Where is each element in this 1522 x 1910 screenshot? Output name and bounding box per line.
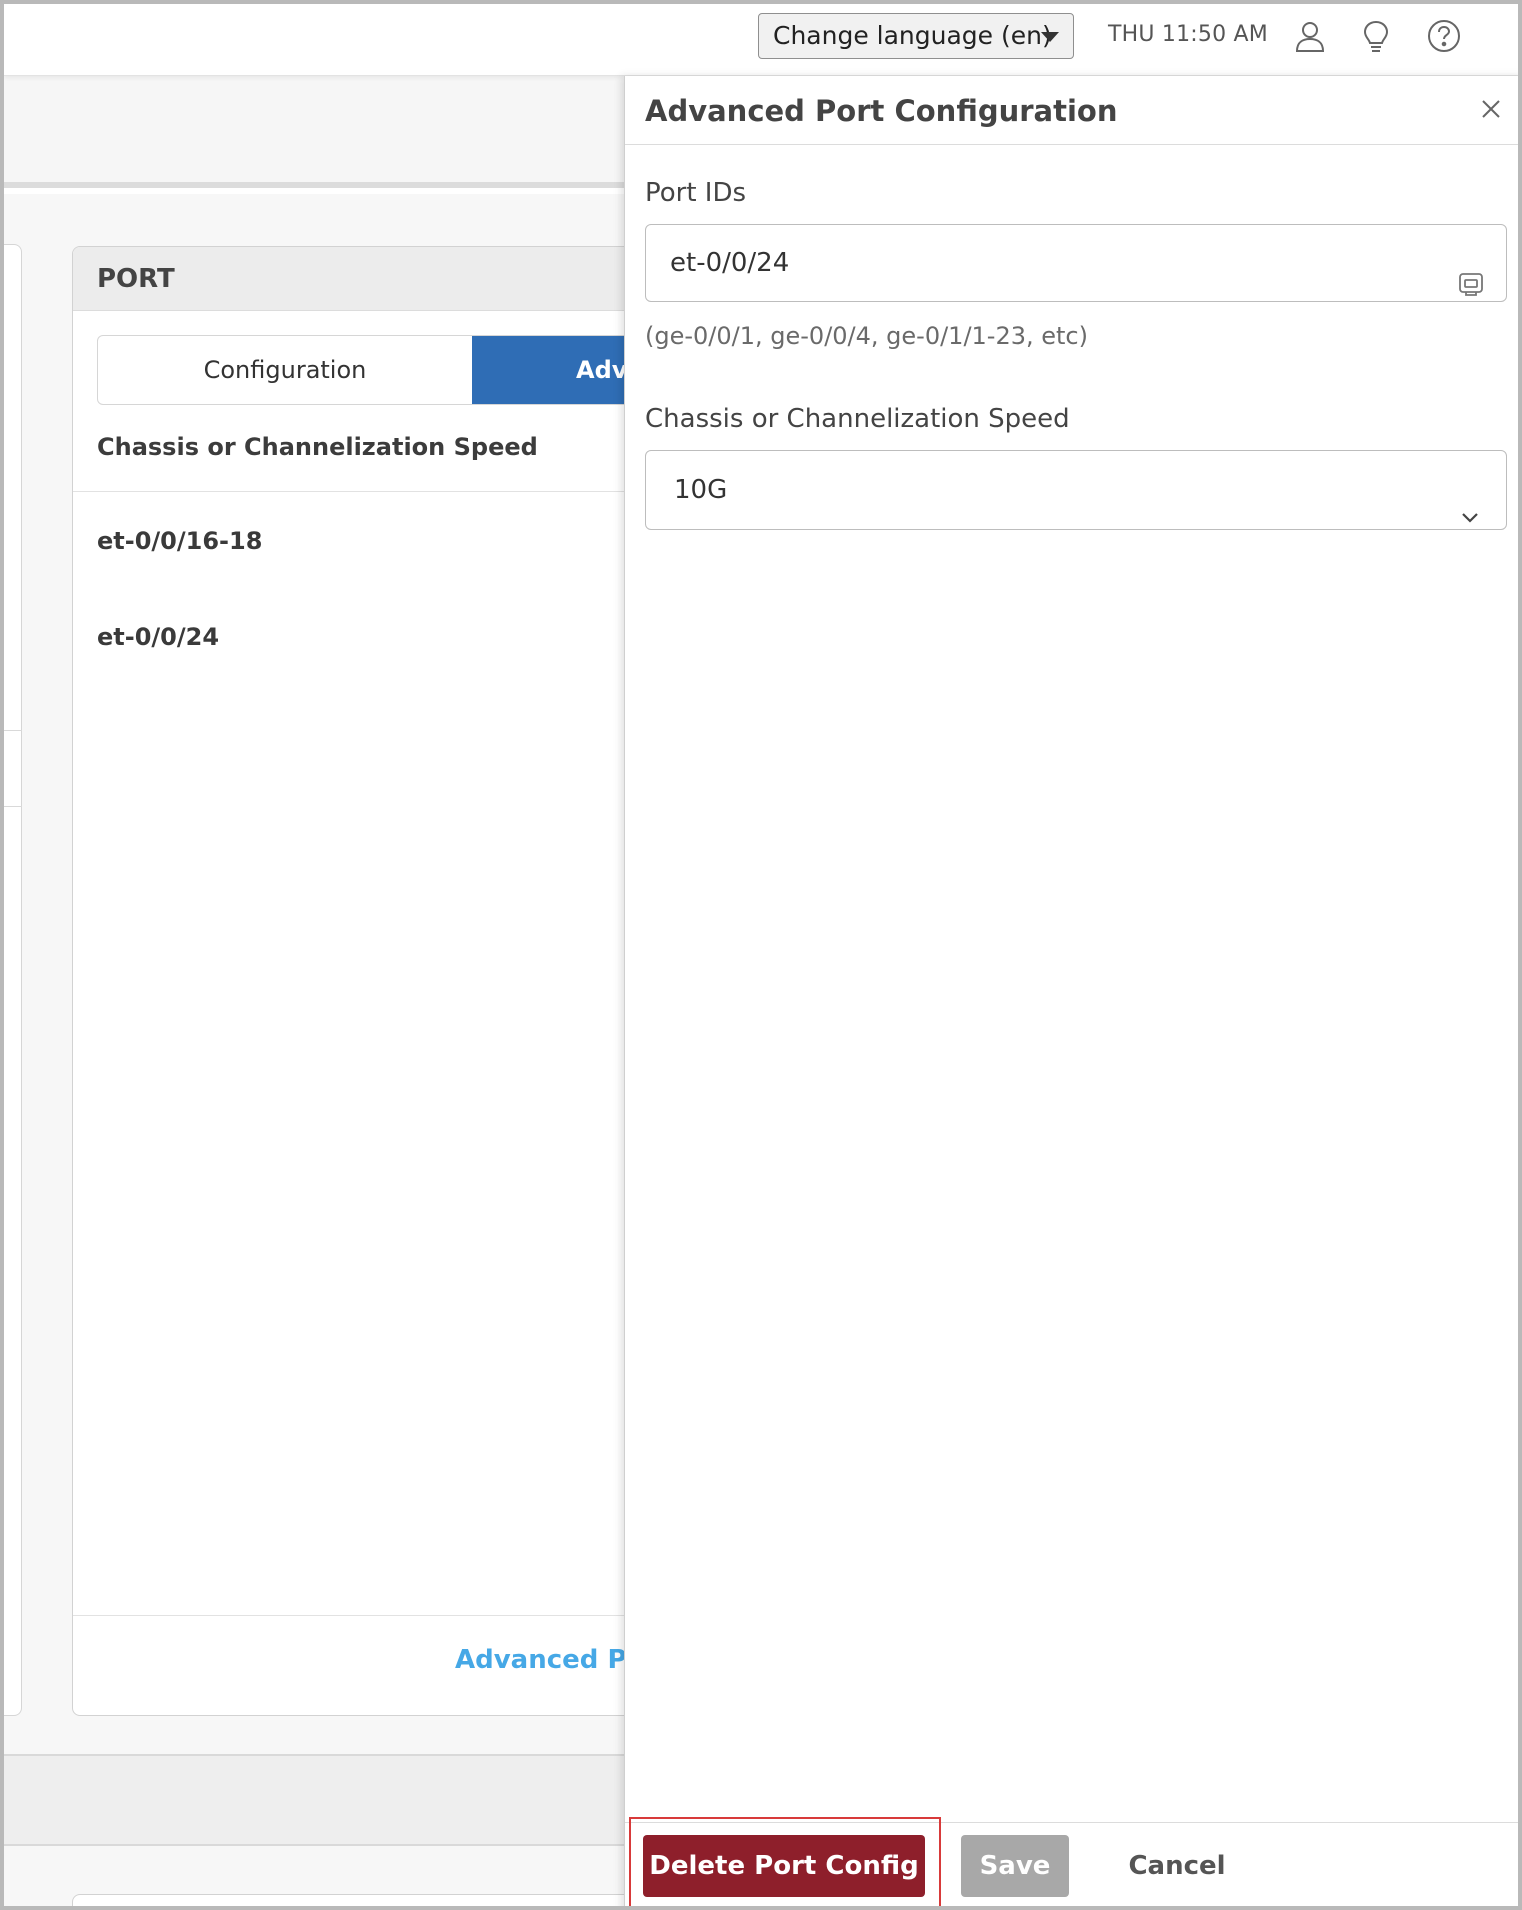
tab-configuration[interactable]: Configuration [98, 336, 472, 404]
drawer-footer: Delete Port Config Save Cancel [625, 1817, 1518, 1906]
column-header-speed: Chassis or Channelization Speed [97, 433, 538, 461]
page-header-background [4, 76, 624, 188]
help-icon[interactable] [1426, 18, 1462, 54]
drawer-title: Advanced Port Configuration [645, 94, 1118, 128]
speed-label: Chassis or Channelization Speed [645, 404, 1070, 434]
save-button[interactable]: Save [961, 1835, 1069, 1897]
cancel-button[interactable]: Cancel [1107, 1835, 1247, 1897]
port-ids-value: et-0/0/24 [670, 248, 790, 278]
card-footer-divider [73, 1615, 651, 1616]
port-row[interactable]: et-0/0/16-18 [97, 527, 262, 555]
close-icon[interactable] [1478, 96, 1504, 122]
next-card-edge [72, 1894, 632, 1906]
port-tabs: Configuration Adva [97, 335, 651, 405]
port-ids-label: Port IDs [645, 178, 747, 208]
caret-down-icon [1041, 32, 1059, 42]
drawer-header-divider [625, 144, 1518, 145]
language-select[interactable]: Change language (en) [758, 13, 1074, 59]
app-window: Change language (en) THU 11:50 AM PORT C… [0, 0, 1522, 1910]
advanced-port-link[interactable]: Advanced Por [455, 1645, 651, 1675]
delete-port-config-button[interactable]: Delete Port Config [643, 1835, 925, 1897]
chevron-down-icon [1460, 481, 1480, 523]
port-ids-hint: (ge-0/0/1, ge-0/0/4, ge-0/1/1-23, etc) [645, 322, 1088, 350]
column-divider [73, 491, 651, 492]
advanced-port-config-drawer: Advanced Port Configuration Port IDs et-… [624, 76, 1518, 1906]
top-bar: Change language (en) THU 11:50 AM [4, 4, 1518, 76]
port-card: PORT Configuration Adva Chassis or Chann… [72, 246, 652, 1716]
left-card-divider [4, 730, 22, 731]
port-row[interactable]: et-0/0/24 [97, 623, 219, 651]
speed-select-value: 10G [674, 475, 728, 505]
port-picker-icon[interactable] [1458, 251, 1484, 296]
port-card-title: PORT [73, 247, 651, 311]
language-select-label: Change language (en) [773, 21, 1052, 50]
lightbulb-icon[interactable] [1358, 18, 1394, 54]
left-card-edge [4, 244, 22, 1716]
clock: THU 11:50 AM [1108, 22, 1268, 47]
left-card-divider [4, 806, 22, 807]
page-section-band [4, 1754, 624, 1846]
user-icon[interactable] [1292, 18, 1328, 54]
port-ids-input[interactable]: et-0/0/24 [645, 224, 1507, 302]
speed-select[interactable]: 10G [645, 450, 1507, 530]
